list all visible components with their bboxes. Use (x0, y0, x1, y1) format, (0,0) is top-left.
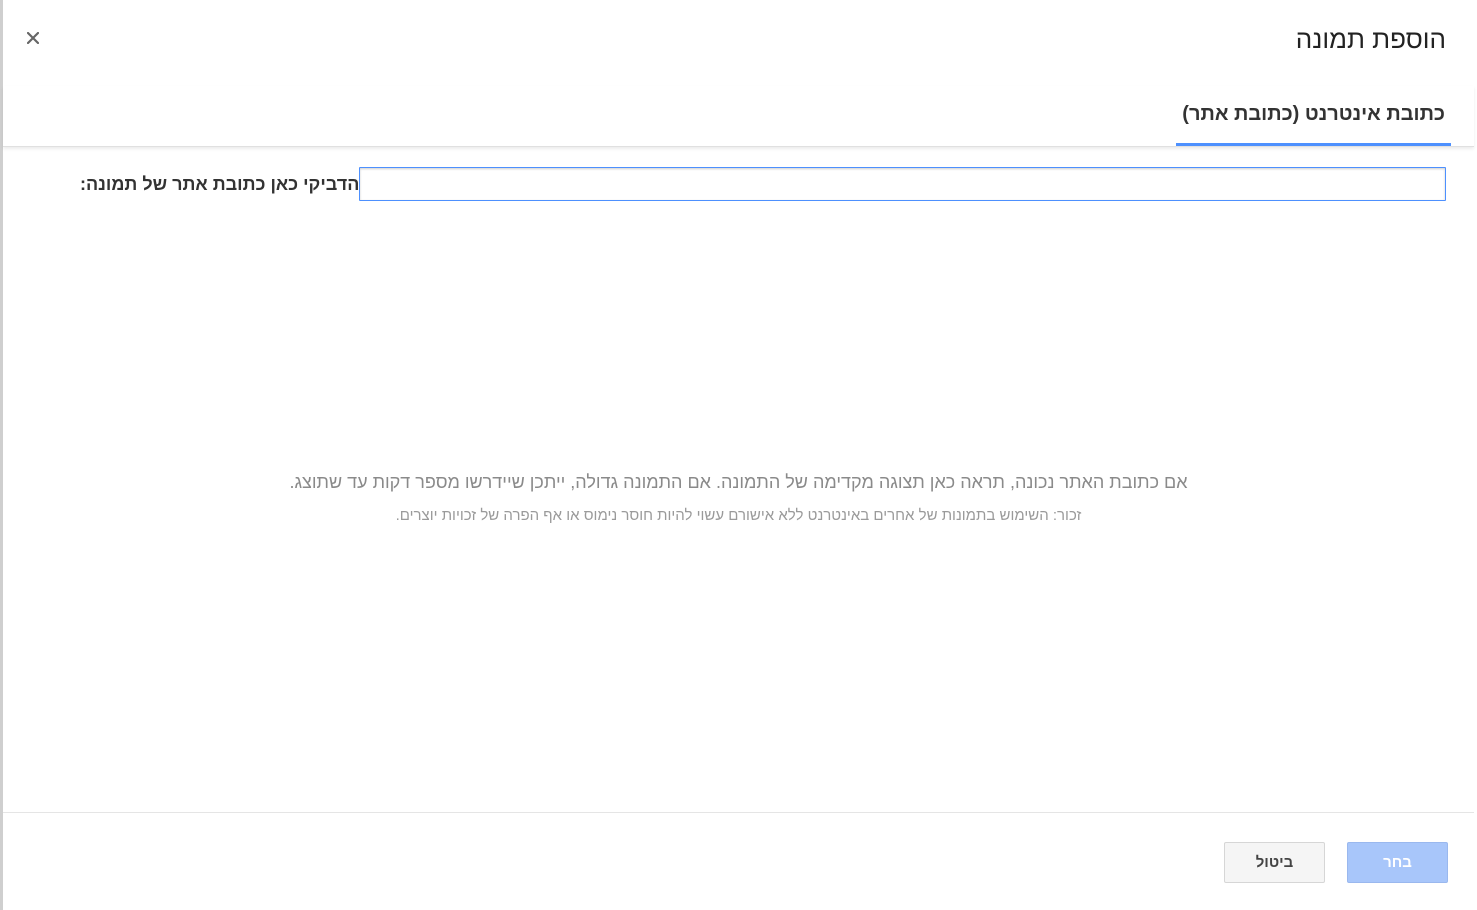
select-button[interactable]: בחר (1347, 842, 1448, 883)
dialog-title: הוספת תמונה (1295, 24, 1446, 54)
url-field-label: הדביקי כאן כתובת אתר של תמונה: (80, 173, 360, 194)
url-input[interactable] (359, 167, 1446, 201)
close-icon (27, 32, 39, 44)
preview-message: אם כתובת האתר נכונה, תראה כאן תצוגה מקדי… (289, 472, 1188, 492)
cancel-button[interactable]: ביטול (1224, 842, 1325, 883)
copyright-note: זכור: השימוש בתמונות של אחרים באינטרנט ל… (395, 507, 1082, 524)
close-button[interactable] (22, 27, 44, 49)
tab-bar: כתובת אינטרנט (כתובת אתר) (3, 86, 1474, 147)
tab-url[interactable]: כתובת אינטרנט (כתובת אתר) (1176, 86, 1451, 146)
dialog-footer: בחר ביטול (3, 812, 1474, 910)
preview-area: אם כתובת האתר נכונה, תראה כאן תצוגה מקדי… (3, 472, 1474, 524)
url-field-row: הדביקי כאן כתובת אתר של תמונה: (69, 167, 1446, 201)
insert-image-dialog: הוספת תמונה כתובת אינטרנט (כתובת אתר) הד… (0, 0, 1474, 910)
